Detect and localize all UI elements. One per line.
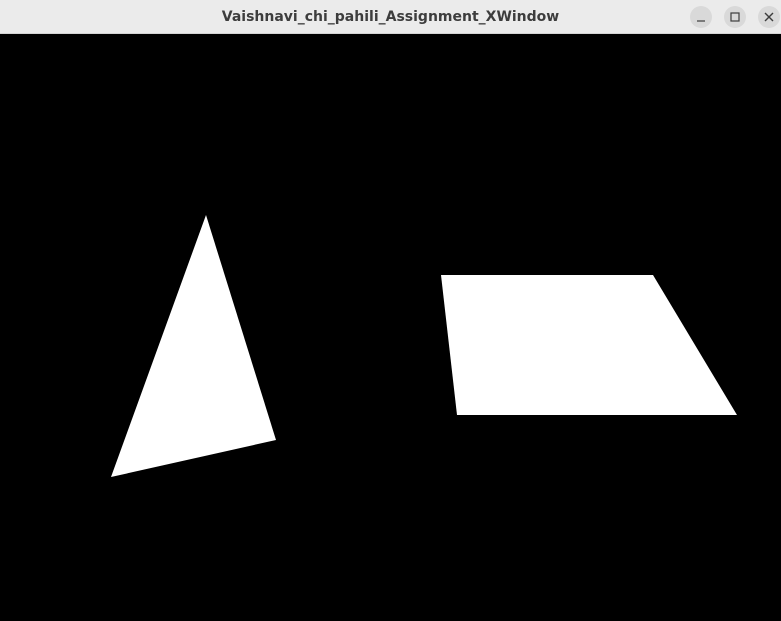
window-title: Vaishnavi_chi_pahili_Assignment_XWindow (221, 9, 560, 25)
drawing-canvas[interactable] (0, 35, 781, 621)
minimize-icon (697, 20, 705, 22)
close-button[interactable] (758, 6, 780, 28)
title-bar[interactable]: Vaishnavi_chi_pahili_Assignment_XWindow (0, 0, 781, 34)
app-window: Vaishnavi_chi_pahili_Assignment_XWindow (0, 0, 781, 621)
drawing-surface (0, 35, 781, 621)
maximize-button[interactable] (724, 6, 746, 28)
close-icon (764, 12, 774, 22)
minimize-button[interactable] (690, 6, 712, 28)
maximize-icon (730, 12, 740, 22)
